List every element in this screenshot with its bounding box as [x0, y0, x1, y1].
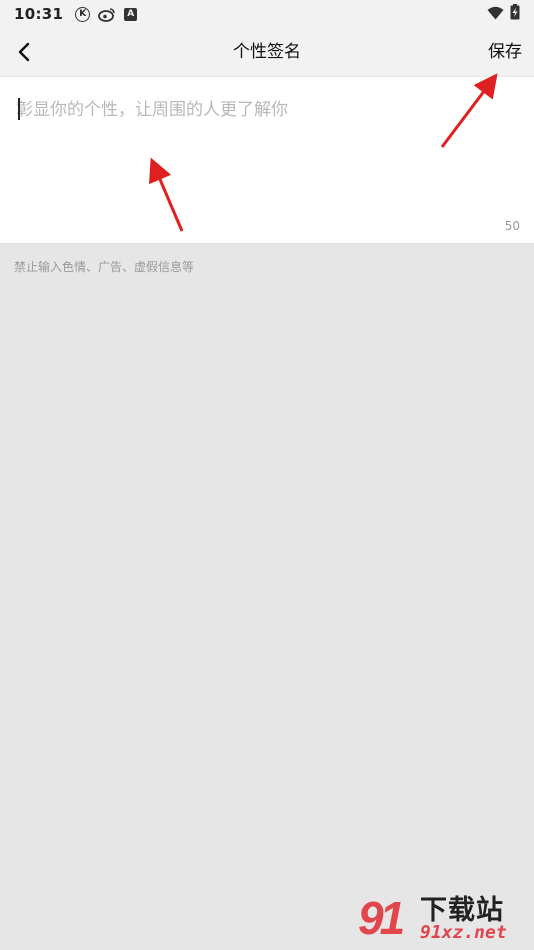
weibo-icon	[98, 7, 116, 22]
save-button[interactable]: 保存	[488, 28, 522, 76]
screen: 10:31 K A 个性签名 保存 彰显你的个性，让周围的人更了解你 50 禁止…	[0, 0, 534, 950]
status-right	[487, 0, 520, 28]
hint-text: 禁止输入色情、广告、虚假信息等	[14, 260, 195, 274]
app-header: 个性签名 保存	[0, 28, 534, 76]
char-counter: 50	[504, 219, 520, 233]
signature-card: 50	[0, 76, 534, 244]
signature-input[interactable]	[16, 97, 516, 207]
watermark-logo: 91 下载站 91xz.net	[358, 888, 528, 948]
k-circle-icon: K	[75, 6, 91, 22]
battery-charging-icon	[510, 4, 520, 24]
chevron-left-icon	[18, 42, 30, 62]
a-box-icon: A	[124, 7, 138, 21]
page-title: 个性签名	[233, 42, 301, 62]
watermark-url: 91xz.net	[420, 922, 507, 943]
status-time: 10:31	[14, 5, 64, 23]
status-bar: 10:31 K A	[0, 0, 534, 28]
text-caret	[18, 98, 20, 120]
back-button[interactable]	[10, 38, 38, 66]
watermark-badge: 91	[358, 892, 405, 944]
wifi-icon	[487, 5, 504, 24]
